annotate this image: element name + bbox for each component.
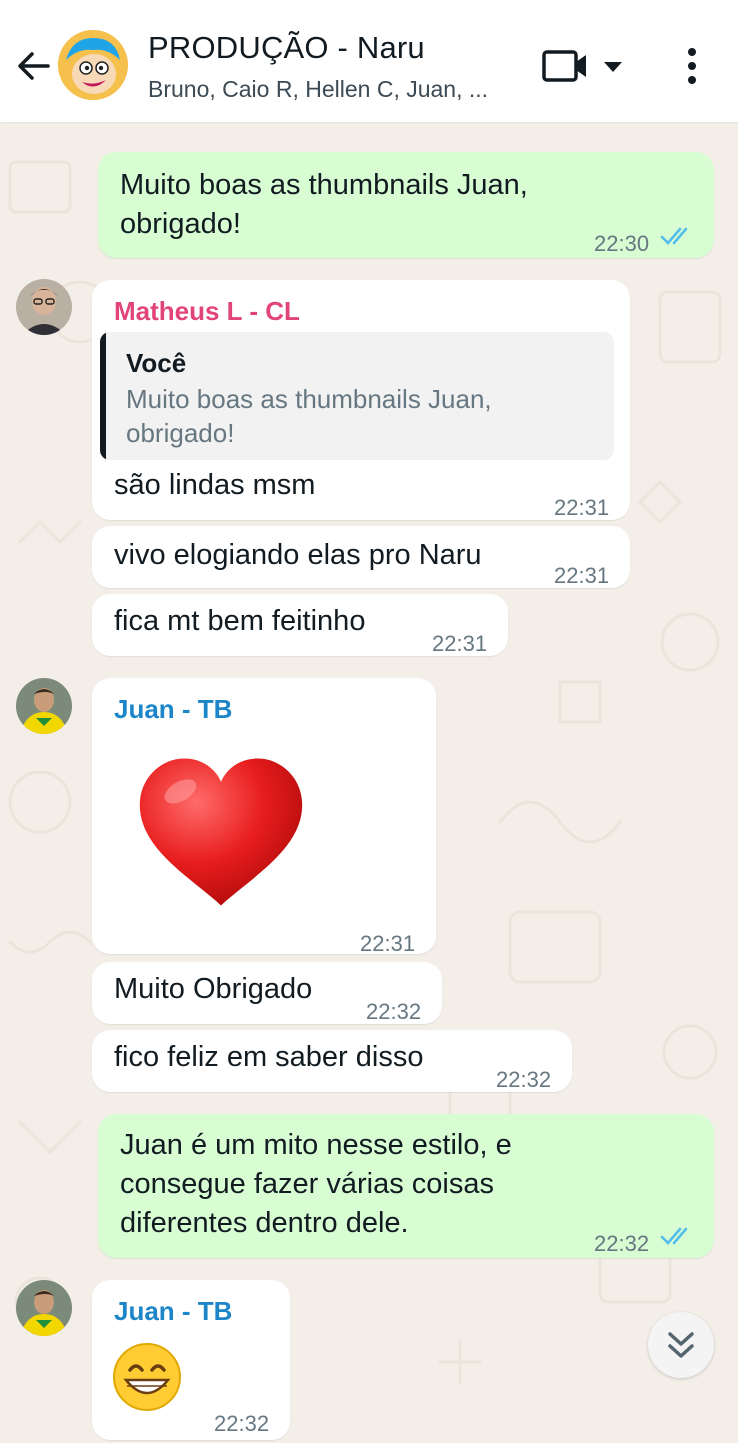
message-time: 22:32 bbox=[214, 1411, 270, 1436]
incoming-message[interactable]: fica mt bem feitinho 22:31 bbox=[92, 594, 508, 656]
scroll-to-bottom-button[interactable] bbox=[648, 1312, 714, 1378]
avatar[interactable] bbox=[16, 1280, 72, 1336]
message-text: vivo elogiando elas pro Naru bbox=[114, 539, 482, 571]
message-time: 22:30 bbox=[594, 231, 650, 256]
user-photo-icon bbox=[16, 1280, 72, 1336]
incoming-message[interactable]: fico feliz em saber disso 22:32 bbox=[92, 1030, 572, 1092]
incoming-message[interactable]: Juan - TB 22:32 bbox=[92, 1280, 290, 1440]
back-arrow-icon[interactable] bbox=[14, 46, 54, 86]
outgoing-message[interactable]: Juan é um mito nesse estilo, e consegue … bbox=[98, 1114, 714, 1258]
message-text-line: diferentes dentro dele. bbox=[120, 1207, 409, 1239]
chat-header: PRODUÇÃO - Naru Bruno, Caio R, Hellen C,… bbox=[0, 0, 738, 122]
message-time: 22:32 bbox=[496, 1067, 552, 1092]
avatar[interactable] bbox=[16, 678, 72, 734]
message-time: 22:31 bbox=[432, 631, 488, 656]
chevron-down-icon bbox=[604, 62, 622, 72]
message-text: Muito Obrigado bbox=[114, 973, 313, 1005]
user-photo-icon bbox=[16, 279, 72, 335]
read-receipt-icon bbox=[660, 227, 688, 245]
grinning-face-icon bbox=[113, 1343, 181, 1411]
incoming-message[interactable]: Muito Obrigado 22:32 bbox=[92, 962, 442, 1024]
chat-participants[interactable]: Bruno, Caio R, Hellen C, Juan, ... bbox=[148, 76, 488, 103]
incoming-message[interactable]: vivo elogiando elas pro Naru 22:31 bbox=[92, 526, 630, 588]
more-vert-icon[interactable] bbox=[682, 44, 702, 88]
cartoon-avatar-icon bbox=[58, 30, 128, 100]
message-text-line: consegue fazer várias coisas bbox=[120, 1168, 494, 1200]
read-receipt-icon bbox=[660, 1227, 688, 1245]
message-time: 22:32 bbox=[594, 1231, 650, 1256]
message-time: 22:31 bbox=[554, 495, 610, 520]
double-chevron-down-icon bbox=[668, 1332, 694, 1358]
avatar[interactable] bbox=[16, 279, 72, 335]
message-text-line: obrigado! bbox=[120, 208, 241, 240]
message-time: 22:31 bbox=[360, 931, 416, 956]
message-text-line: Muito boas as thumbnails Juan, bbox=[120, 169, 528, 201]
message-text: são lindas msm bbox=[114, 469, 316, 501]
sender-name[interactable]: Matheus L - CL bbox=[114, 292, 300, 331]
message-text: fico feliz em saber disso bbox=[114, 1041, 424, 1073]
user-photo-icon bbox=[16, 678, 72, 734]
quote-accent-bar bbox=[100, 332, 106, 460]
sender-name[interactable]: Juan - TB bbox=[114, 1292, 232, 1331]
incoming-message[interactable]: Juan - TB 22:31 bbox=[92, 678, 436, 956]
quoted-message[interactable]: Você Muito boas as thumbnails Juan, obri… bbox=[100, 332, 614, 460]
red-heart-icon bbox=[139, 758, 303, 906]
group-avatar[interactable] bbox=[58, 30, 128, 100]
message-text-line: Juan é um mito nesse estilo, e bbox=[120, 1129, 512, 1161]
video-call-icon[interactable] bbox=[540, 44, 634, 88]
incoming-message[interactable]: Matheus L - CL Você Muito boas as thumbn… bbox=[92, 280, 630, 520]
message-time: 22:32 bbox=[366, 999, 422, 1024]
message-text: fica mt bem feitinho bbox=[114, 605, 366, 637]
quote-text: Muito boas as thumbnails Juan, obrigado! bbox=[126, 384, 492, 448]
outgoing-message[interactable]: Muito boas as thumbnails Juan, obrigado!… bbox=[98, 152, 714, 258]
sender-name[interactable]: Juan - TB bbox=[114, 690, 232, 729]
quote-author: Você bbox=[126, 348, 187, 378]
chat-title[interactable]: PRODUÇÃO - Naru bbox=[148, 30, 425, 66]
message-time: 22:31 bbox=[554, 563, 610, 588]
